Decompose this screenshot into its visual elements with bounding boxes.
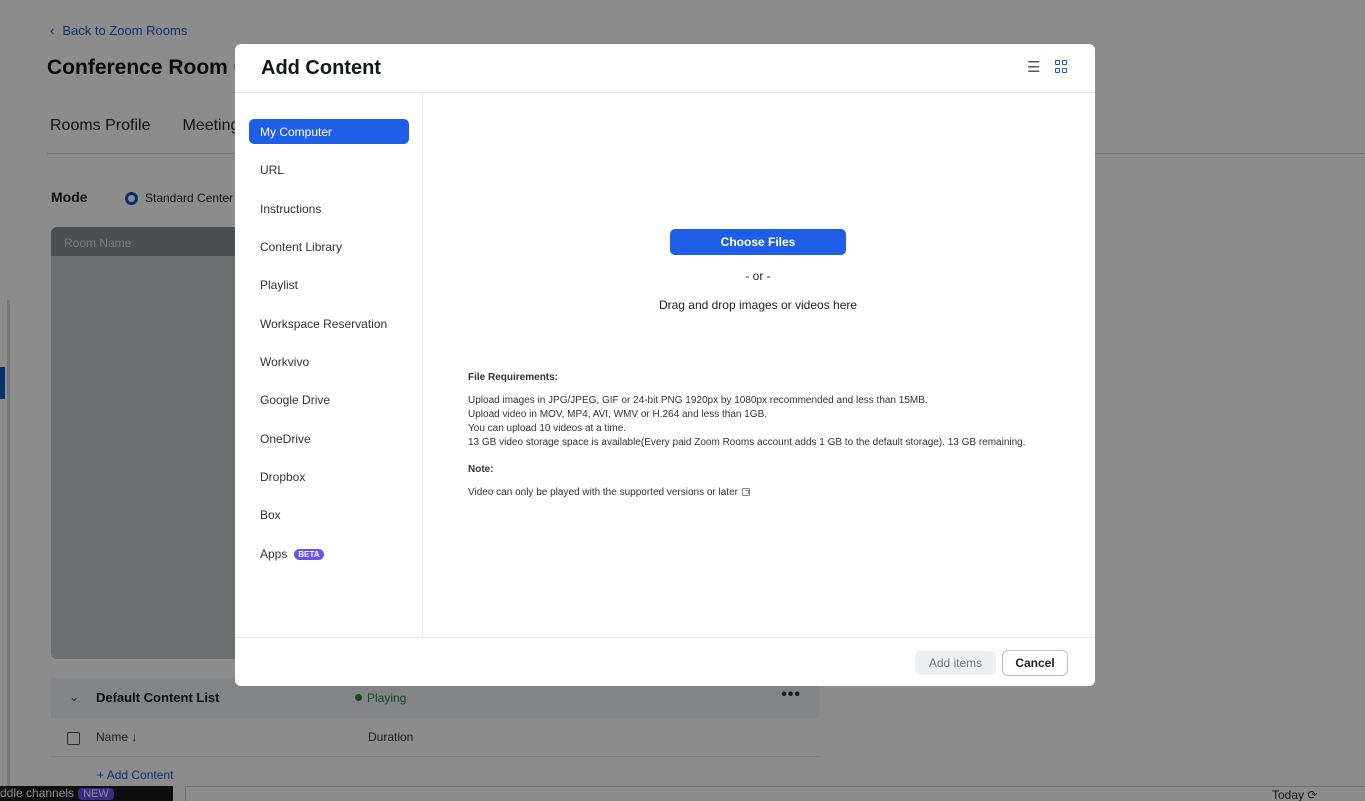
grid-view-icon[interactable] [1055, 60, 1069, 74]
sidebar-item-content-library[interactable]: Content Library [249, 234, 409, 259]
upload-panel: Choose Files - or - Drag and drop images… [423, 93, 1095, 637]
add-content-modal: Add Content ☰ My Computer URL Instructio… [235, 44, 1095, 686]
requirement-line: You can upload 10 videos at a time. [468, 423, 627, 434]
list-view-icon[interactable]: ☰ [1027, 58, 1040, 76]
sidebar-item-box[interactable]: Box [249, 502, 409, 527]
modal-header: Add Content ☰ [235, 44, 1095, 93]
sidebar-item-apps-label: Apps [260, 547, 288, 561]
sidebar-item-google-drive[interactable]: Google Drive [249, 387, 409, 412]
sidebar-item-workspace-reservation[interactable]: Workspace Reservation [249, 311, 409, 336]
sidebar-item-workvivo[interactable]: Workvivo [249, 349, 409, 374]
requirement-line: Upload images in JPG/JPEG, GIF or 24-bit… [468, 395, 928, 406]
external-link-icon[interactable] [741, 488, 750, 496]
modal-title: Add Content [261, 57, 381, 79]
cancel-button[interactable]: Cancel [1002, 650, 1068, 676]
add-items-button[interactable]: Add items [915, 651, 996, 675]
note-text: Video can only be played with the suppor… [468, 487, 750, 498]
drop-zone-text[interactable]: Drag and drop images or videos here [423, 298, 1093, 312]
requirement-line: 13 GB video storage space is available(E… [468, 437, 1026, 448]
source-sidebar: My Computer URL Instructions Content Lib… [235, 93, 423, 637]
modal-footer: Add items Cancel [235, 637, 1095, 686]
note-title: Note: [468, 464, 494, 475]
sidebar-item-apps[interactable]: Apps BETA [249, 541, 409, 566]
sidebar-item-url[interactable]: URL [249, 157, 409, 182]
sidebar-item-instructions[interactable]: Instructions [249, 196, 409, 221]
requirements-title: File Requirements: [468, 372, 559, 383]
sidebar-item-onedrive[interactable]: OneDrive [249, 426, 409, 451]
note-text-label: Video can only be played with the suppor… [468, 487, 738, 498]
or-separator: - or - [745, 269, 771, 283]
choose-files-button[interactable]: Choose Files [670, 229, 846, 255]
sidebar-item-dropbox[interactable]: Dropbox [249, 464, 409, 489]
sidebar-item-my-computer[interactable]: My Computer [249, 119, 409, 144]
beta-badge: BETA [294, 549, 324, 560]
sidebar-item-playlist[interactable]: Playlist [249, 272, 409, 297]
requirement-line: Upload video in MOV, MP4, AVI, WMV or H.… [468, 409, 768, 420]
